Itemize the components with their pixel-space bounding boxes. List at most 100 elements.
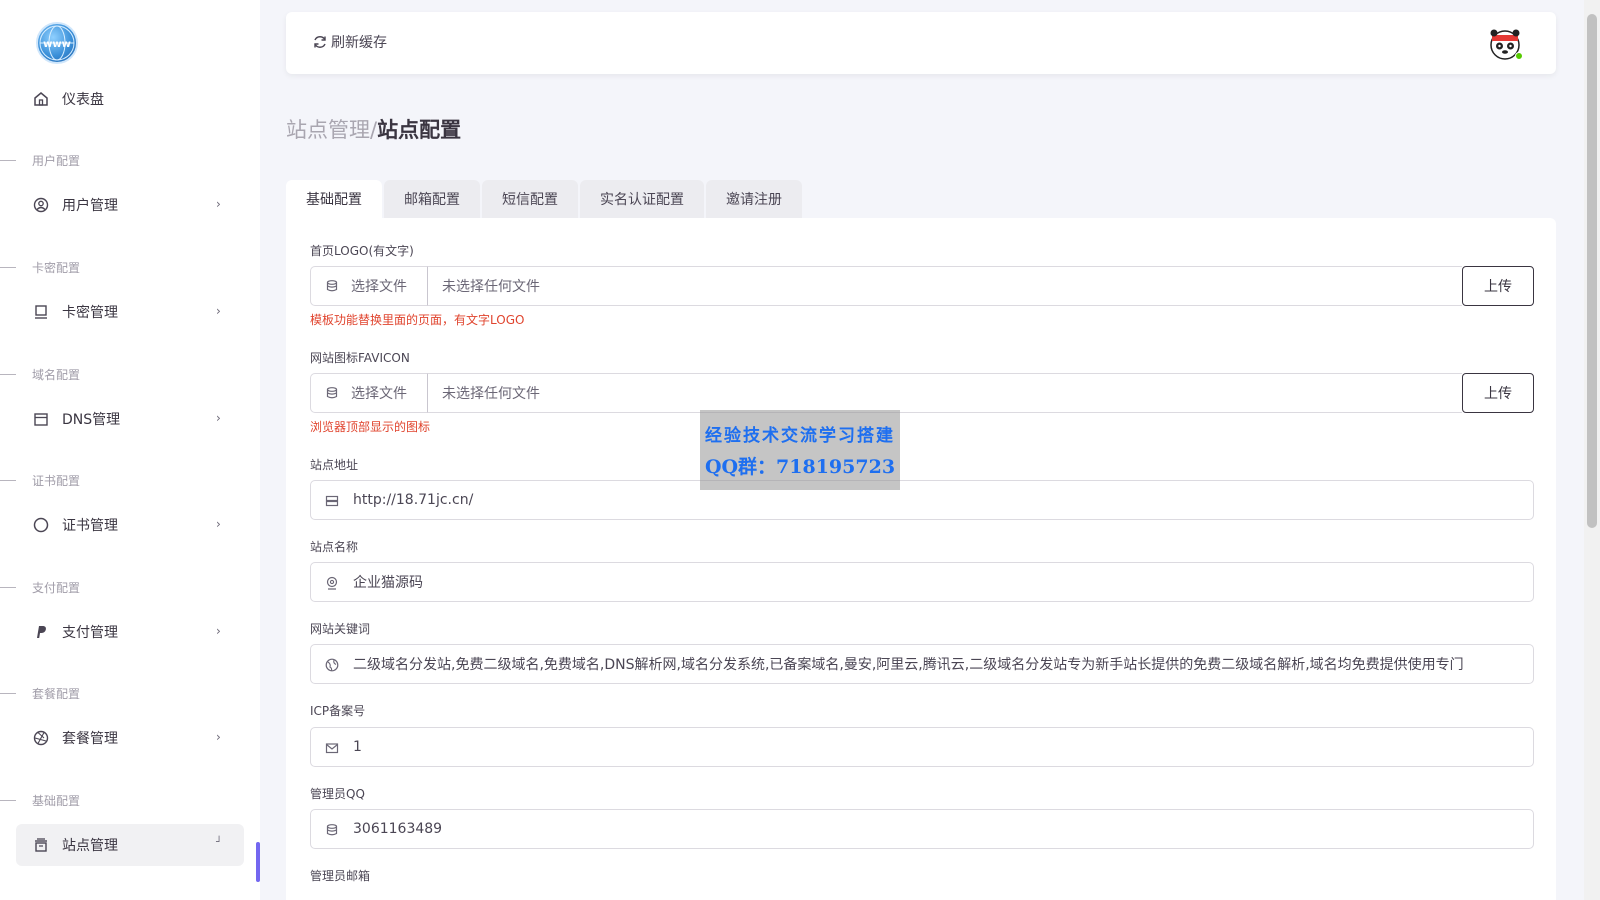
active-indicator [256,842,260,882]
paypal-icon [32,623,50,641]
svg-text:www: www [43,39,71,50]
admin-qq-input[interactable] [353,821,1533,837]
favicon-choose-file-button[interactable]: 选择文件 [310,373,428,413]
refresh-cache-label: 刷新缓存 [331,35,387,51]
scrollbar-thumb[interactable] [1587,14,1597,528]
icp-input[interactable] [353,739,1533,755]
chevron-down-icon: ┘ [216,837,223,848]
sidebar-item-dashboard[interactable]: 仪表盘 [16,78,244,120]
watermark-line1: 经验技术交流学习搭建 [705,426,895,446]
online-status-badge [1515,52,1523,60]
site-url-input[interactable] [353,492,1533,508]
sidebar-item-site[interactable]: 站点管理 ┘ [16,824,244,866]
chevron-right-icon: › [216,517,221,531]
keywords-label: 网站关键词 [310,622,371,636]
mail-icon [325,740,339,754]
tab-sms-config[interactable]: 短信配置 [482,180,578,218]
user-circle-icon [32,196,50,214]
section-label-basic: 基础配置 [0,790,240,810]
sidebar-item-label: 仪表盘 [62,92,104,108]
logo-label: 首页LOGO(有文字) [310,244,414,258]
favicon-file-row: 选择文件 未选择任何文件 上传 [310,373,1534,413]
refresh-icon [312,34,328,50]
logo-upload-button[interactable]: 上传 [1462,266,1534,306]
monitor-icon [32,303,50,321]
home-icon [32,90,50,108]
tab-realname-config[interactable]: 实名认证配置 [580,180,704,218]
globe-www-icon[interactable]: www [36,22,78,64]
favicon-file-name: 未选择任何文件 [428,373,1462,413]
database-icon [325,279,339,293]
chevron-right-icon: › [216,304,221,318]
calendar-icon [32,410,50,428]
refresh-cache-button[interactable]: 刷新缓存 [312,32,387,52]
site-url-field[interactable] [310,480,1534,520]
globe-icon [325,657,339,672]
favicon-label: 网站图标FAVICON [310,351,410,365]
sidebar: www 仪表盘 用户配置 用户管理 › 卡密配置 卡密管理 › 域名配置 DNS… [0,0,260,900]
logo-choose-file-button[interactable]: 选择文件 [310,266,428,306]
watermark-overlay: 经验技术交流学习搭建 QQ群：718195723 [700,410,900,490]
admin-qq-label: 管理员QQ [310,787,365,801]
keywords-input[interactable] [353,656,1533,672]
admin-qq-field[interactable] [310,809,1534,849]
breadcrumb-parent[interactable]: 站点管理/ [286,118,377,142]
site-name-input[interactable] [353,574,1533,590]
section-label-user: 用户配置 [0,150,240,170]
sidebar-item-cards[interactable]: 卡密管理 › [16,291,244,333]
circle-icon [32,516,50,534]
aperture-icon [32,729,50,747]
keywords-field[interactable] [310,644,1534,684]
favicon-upload-button[interactable]: 上传 [1462,373,1534,413]
tab-basic-config[interactable]: 基础配置 [286,180,382,218]
admin-email-label: 管理员邮箱 [310,869,371,883]
chevron-right-icon: › [216,624,221,638]
sidebar-item-label: 卡密管理 [62,305,118,321]
archive-icon [32,836,50,854]
database-icon [325,822,339,836]
sidebar-item-users[interactable]: 用户管理 › [16,184,244,226]
chevron-right-icon: › [216,730,221,744]
webcam-icon [325,575,339,590]
logo-file-name: 未选择任何文件 [428,266,1462,306]
tab-bar: 基础配置 邮箱配置 短信配置 实名认证配置 邀请注册 [286,180,804,218]
chevron-right-icon: › [216,411,221,425]
icp-field[interactable] [310,727,1534,767]
site-name-field[interactable] [310,562,1534,602]
logo-hint: 模板功能替换里面的页面，有文字LOGO [310,313,525,327]
sidebar-item-label: 站点管理 [62,838,118,854]
sidebar-item-label: DNS管理 [62,412,121,428]
section-label-cert: 证书配置 [0,470,240,490]
sidebar-item-dns[interactable]: DNS管理 › [16,398,244,440]
sidebar-item-label: 用户管理 [62,198,118,214]
panda-avatar-icon[interactable] [1488,27,1523,61]
logo-file-row: 选择文件 未选择任何文件 上传 [310,266,1534,306]
sidebar-item-label: 证书管理 [62,518,118,534]
favicon-choose-label: 选择文件 [351,386,407,402]
sidebar-item-certs[interactable]: 证书管理 › [16,504,244,546]
logo-choose-label: 选择文件 [351,279,407,295]
page-title: 站点配置 [377,118,462,142]
database-icon [325,386,339,400]
tab-email-config[interactable]: 邮箱配置 [384,180,480,218]
tab-invite-register[interactable]: 邀请注册 [706,180,802,218]
watermark-line2: QQ群：718195723 [704,456,896,478]
section-label-card: 卡密配置 [0,257,240,277]
icp-label: ICP备案号 [310,704,366,718]
breadcrumb: 站点管理/站点配置 [286,114,461,144]
sidebar-item-label: 套餐管理 [62,731,118,747]
page-scrollbar[interactable] [1584,0,1600,900]
favicon-hint: 浏览器顶部显示的图标 [310,420,431,434]
section-label-package: 套餐配置 [0,683,240,703]
sidebar-item-payments[interactable]: 支付管理 › [16,611,244,653]
sidebar-item-label: 支付管理 [62,625,118,641]
site-name-label: 站点名称 [310,540,359,554]
sidebar-item-packages[interactable]: 套餐管理 › [16,717,244,759]
chevron-right-icon: › [216,197,221,211]
section-label-domain: 域名配置 [0,364,240,384]
section-label-pay: 支付配置 [0,577,240,597]
settings-form-card: 首页LOGO(有文字) 选择文件 未选择任何文件 上传 模板功能替换里面的页面，… [286,218,1556,900]
site-url-label: 站点地址 [310,458,359,472]
server-icon [325,493,339,507]
topbar: 刷新缓存 [286,12,1556,74]
